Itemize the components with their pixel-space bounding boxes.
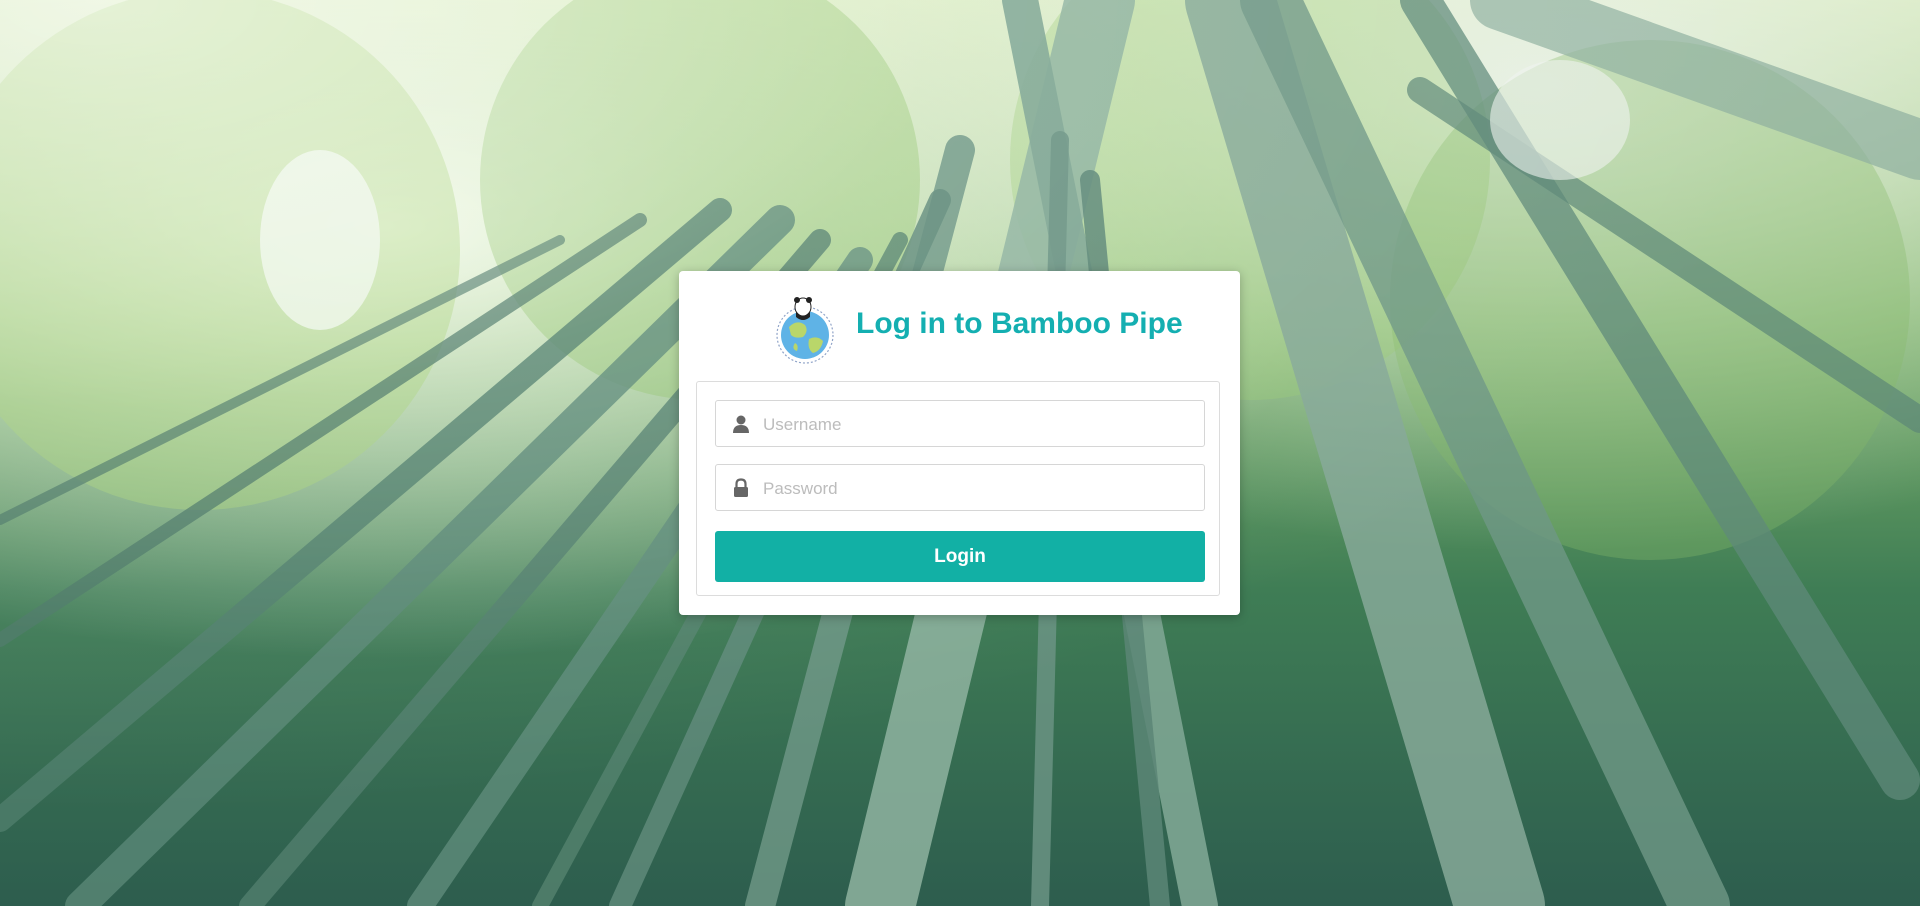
password-input[interactable] xyxy=(761,465,1195,512)
login-card: Log in to Bamboo Pipe Login xyxy=(679,271,1240,615)
username-field[interactable] xyxy=(715,400,1205,448)
password-field[interactable] xyxy=(715,464,1205,512)
lock-icon xyxy=(731,478,751,498)
username-input[interactable] xyxy=(761,401,1195,448)
login-button[interactable]: Login xyxy=(715,531,1205,582)
login-form: Login xyxy=(696,381,1220,596)
page-title: Log in to Bamboo Pipe xyxy=(856,307,1183,340)
user-icon xyxy=(731,414,751,434)
globe-panda-logo-icon xyxy=(769,293,841,365)
login-header: Log in to Bamboo Pipe xyxy=(679,271,1240,381)
